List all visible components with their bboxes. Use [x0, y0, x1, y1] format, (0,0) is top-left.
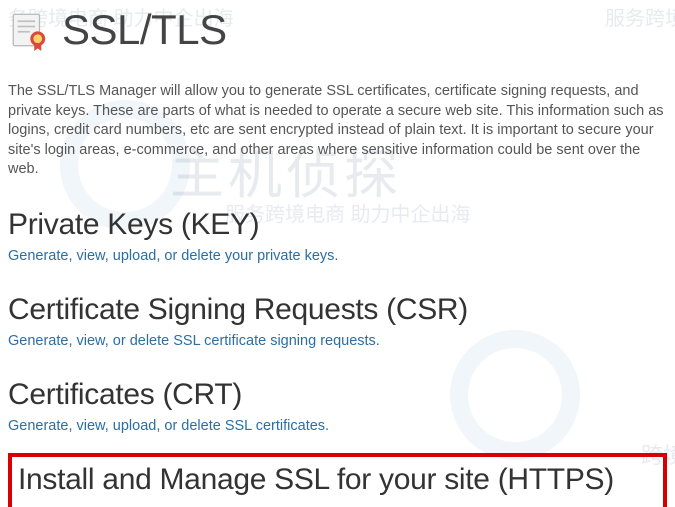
section-private-keys: Private Keys (KEY) Generate, view, uploa… [8, 208, 667, 265]
page-title: SSL/TLS [62, 6, 227, 54]
section-install-ssl-highlighted: Install and Manage SSL for your site (HT… [8, 453, 667, 507]
section-heading-private-keys: Private Keys (KEY) [8, 208, 667, 242]
section-csr: Certificate Signing Requests (CSR) Gener… [8, 293, 667, 350]
page-header: SSL/TLS [8, 0, 667, 60]
section-heading-csr: Certificate Signing Requests (CSR) [8, 293, 667, 327]
certificate-icon [8, 9, 50, 51]
section-heading-install-ssl: Install and Manage SSL for your site (HT… [18, 463, 657, 497]
link-csr[interactable]: Generate, view, or delete SSL certificat… [8, 333, 380, 349]
section-heading-crt: Certificates (CRT) [8, 378, 667, 412]
link-crt[interactable]: Generate, view, upload, or delete SSL ce… [8, 418, 329, 434]
section-crt: Certificates (CRT) Generate, view, uploa… [8, 378, 667, 435]
link-private-keys[interactable]: Generate, view, upload, or delete your p… [8, 248, 338, 264]
intro-text: The SSL/TLS Manager will allow you to ge… [8, 82, 667, 180]
